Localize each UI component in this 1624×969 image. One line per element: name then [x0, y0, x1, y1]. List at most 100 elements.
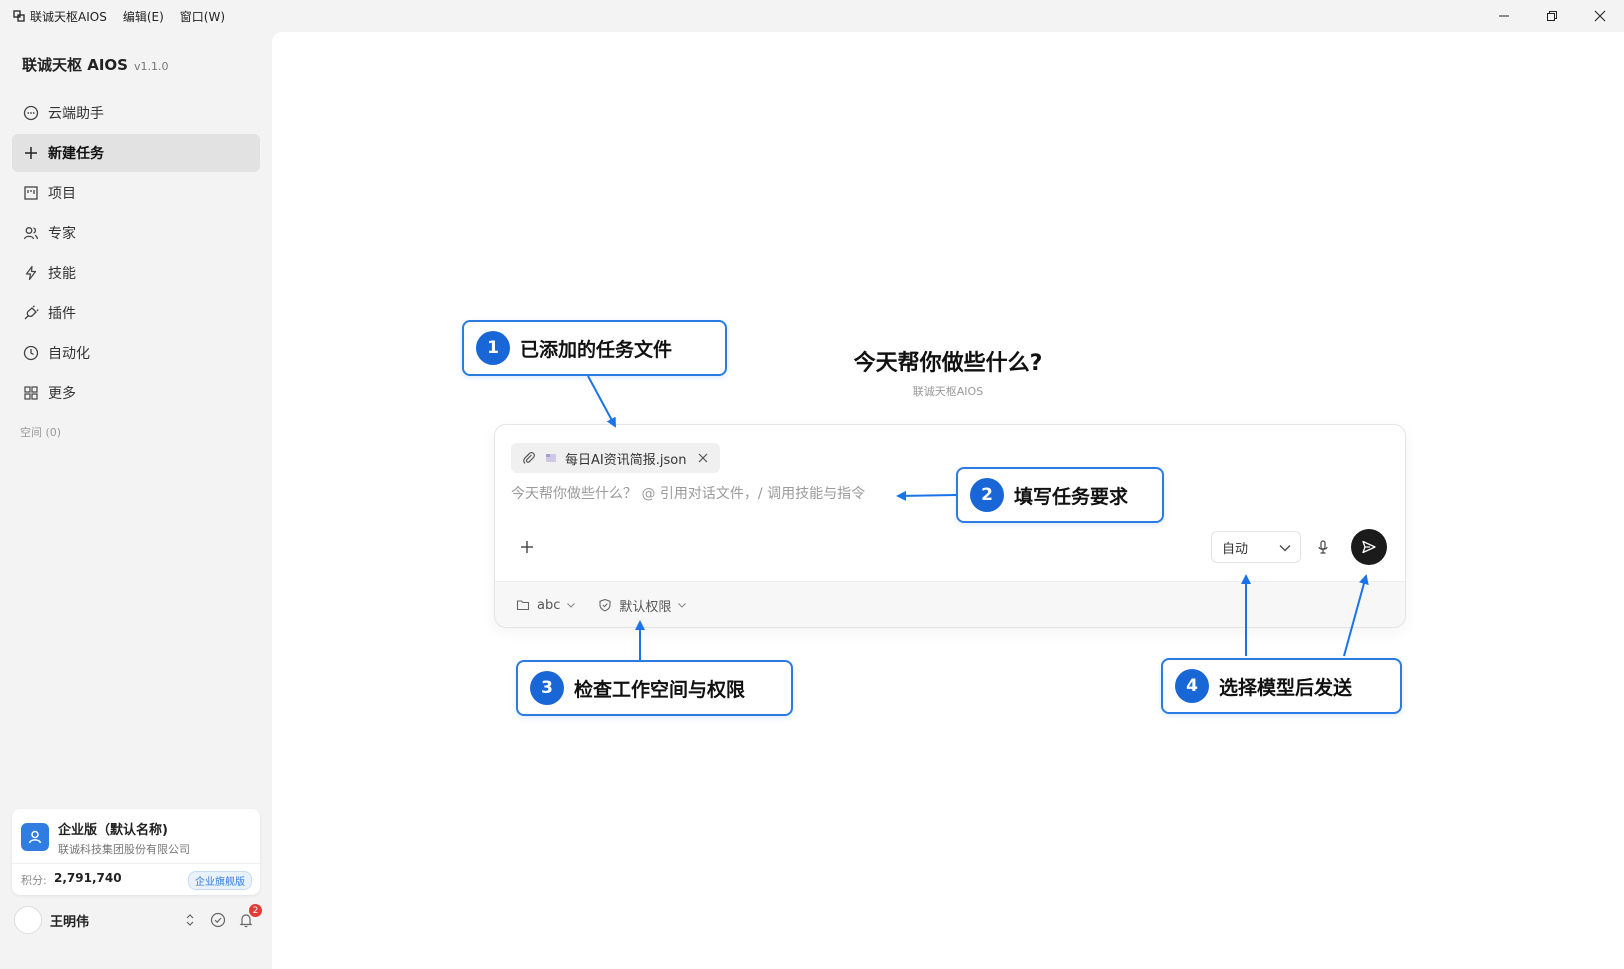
- points-value: 2,791,740: [54, 871, 122, 885]
- menu-edit[interactable]: 编辑(E): [123, 8, 164, 25]
- plan-badge: 企业旗舰版: [188, 871, 252, 890]
- sidebar-item-label: 自动化: [48, 346, 90, 362]
- points-label: 积分:: [21, 874, 47, 887]
- sidebar-item-experts[interactable]: 专家: [12, 214, 260, 252]
- composer-footer: abc 默认权限: [495, 582, 1405, 627]
- callout-2: 2 填写任务要求: [956, 467, 1164, 523]
- page-subtitle: 联诚天枢AIOS: [912, 385, 984, 398]
- paperclip-icon: [521, 450, 537, 466]
- model-select-value: 自动: [1222, 541, 1249, 557]
- model-select[interactable]: 自动: [1211, 531, 1301, 563]
- window-controls: [1480, 0, 1624, 32]
- user-name[interactable]: 王明伟: [50, 911, 89, 930]
- organization-subtitle: 联诚科技集团股份有限公司: [58, 843, 190, 856]
- lightning-icon: [22, 264, 40, 282]
- people-icon: [22, 224, 40, 242]
- close-icon: [699, 453, 708, 463]
- grid-icon: [22, 384, 40, 402]
- app-logo-icon: [12, 9, 26, 23]
- organization-title: 企业版（默认名称): [58, 823, 168, 838]
- chevron-down-icon: [678, 603, 687, 608]
- board-icon: [22, 184, 40, 202]
- organization-card[interactable]: 企业版（默认名称) 联诚科技集团股份有限公司 积分: 2,791,740 企业旗…: [12, 809, 260, 895]
- sidebar-item-more[interactable]: 更多: [12, 374, 260, 412]
- callout-number: 1: [476, 331, 510, 365]
- callout-3: 3 检查工作空间与权限: [516, 660, 793, 716]
- chevron-up-down-icon: [186, 914, 194, 926]
- space-section-label[interactable]: 空间 (0): [20, 424, 61, 440]
- sidebar-item-plugins[interactable]: 插件: [12, 294, 260, 332]
- minimize-icon: [1499, 15, 1509, 17]
- permission-selector[interactable]: 默认权限: [597, 596, 688, 615]
- remove-file-button[interactable]: [696, 451, 710, 465]
- restore-icon: [1547, 11, 1557, 21]
- sidebar-item-label: 项目: [48, 186, 76, 202]
- task-prompt-input[interactable]: [511, 481, 891, 507]
- close-window-button[interactable]: [1576, 0, 1624, 32]
- main-panel: 今天帮你做些什么? 联诚天枢AIOS 每日AI资讯简报.json 今天帮你做些什…: [272, 32, 1624, 969]
- sidebar-item-cloud-assistant[interactable]: 云端助手: [12, 94, 260, 132]
- close-icon: [1594, 10, 1606, 22]
- add-attachment-button[interactable]: [515, 535, 539, 559]
- clock-icon: [22, 344, 40, 362]
- folder-icon: [515, 597, 531, 613]
- notification-count-badge: 2: [249, 904, 262, 917]
- sidebar-item-projects[interactable]: 项目: [12, 174, 260, 212]
- callout-number: 2: [970, 478, 1004, 512]
- permission-name: 默认权限: [619, 599, 672, 615]
- sidebar-item-new-task[interactable]: 新建任务: [12, 134, 260, 172]
- user-actions: 2: [172, 904, 262, 930]
- sidebar-nav: 云端助手 新建任务 项目 专家 技能 插件 自动化 更多: [12, 94, 260, 414]
- callout-1: 1 已添加的任务文件: [462, 320, 727, 376]
- sidebar-item-automation[interactable]: 自动化: [12, 334, 260, 372]
- composer-input-area: 每日AI资讯简报.json 自动: [495, 425, 1405, 582]
- send-icon: [1362, 540, 1376, 554]
- brand-name: 联诚天枢 AIOS: [22, 56, 128, 74]
- callout-text: 已添加的任务文件: [520, 338, 673, 361]
- callout-4: 4 选择模型后发送: [1161, 658, 1402, 714]
- minimize-button[interactable]: [1480, 0, 1528, 32]
- app-menu-label: 联诚天枢AIOS: [30, 9, 107, 24]
- restore-button[interactable]: [1528, 0, 1576, 32]
- callout-text: 填写任务要求: [1014, 485, 1129, 508]
- callout-text: 检查工作空间与权限: [574, 678, 746, 701]
- voice-input-button[interactable]: [1311, 535, 1335, 559]
- brand: 联诚天枢 AIOS v1.1.0: [22, 54, 168, 75]
- chevron-down-icon: [1279, 545, 1291, 552]
- plug-icon: [22, 304, 40, 322]
- sidebar: 联诚天枢 AIOS v1.1.0 云端助手 新建任务 项目 专家 技能 插件 自…: [0, 32, 272, 969]
- sidebar-item-label: 技能: [48, 266, 76, 282]
- callout-text: 选择模型后发送: [1219, 676, 1353, 699]
- plus-icon: [22, 144, 40, 162]
- menu-bar: 联诚天枢AIOS 编辑(E) 窗口(W): [0, 0, 241, 32]
- sidebar-item-label: 插件: [48, 306, 76, 322]
- avatar[interactable]: [14, 906, 42, 934]
- sidebar-item-label: 云端助手: [48, 106, 104, 122]
- workspace-selector[interactable]: abc: [515, 597, 577, 613]
- chat-bubble-icon: [22, 104, 40, 122]
- callout-number: 4: [1175, 669, 1209, 703]
- workspace-name: abc: [537, 597, 561, 613]
- sidebar-item-label: 更多: [48, 386, 76, 402]
- user-row: 王明伟 2: [12, 902, 262, 938]
- menu-window[interactable]: 窗口(W): [180, 8, 225, 25]
- plus-icon: [521, 541, 533, 553]
- send-button[interactable]: [1351, 529, 1387, 565]
- shield-icon: [597, 597, 613, 613]
- organization-avatar-icon: [21, 823, 49, 851]
- brand-version: v1.1.0: [133, 60, 169, 73]
- sidebar-item-label: 专家: [48, 226, 76, 242]
- sidebar-item-skills[interactable]: 技能: [12, 254, 260, 292]
- notifications-button[interactable]: 2: [236, 904, 262, 930]
- attached-file-chip[interactable]: 每日AI资讯简报.json: [511, 443, 721, 473]
- check-circle-icon: [210, 912, 226, 928]
- app-menu[interactable]: 联诚天枢AIOS: [12, 8, 107, 25]
- microphone-icon: [1318, 540, 1328, 554]
- sidebar-item-label: 新建任务: [48, 146, 104, 162]
- status-button[interactable]: [208, 910, 228, 930]
- chevron-down-icon: [567, 603, 576, 608]
- task-composer: 每日AI资讯简报.json 自动: [494, 424, 1406, 628]
- file-icon: [543, 450, 559, 466]
- expand-collapse-button[interactable]: [180, 910, 200, 930]
- title-bar: 联诚天枢AIOS 编辑(E) 窗口(W): [0, 0, 1624, 32]
